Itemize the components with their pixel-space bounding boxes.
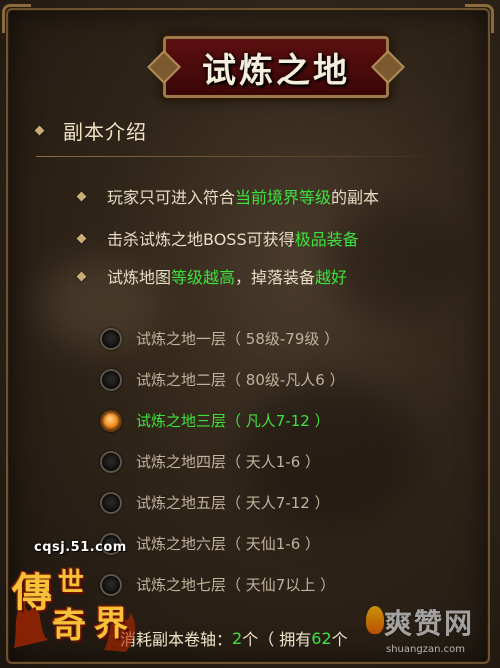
radio-button-icon[interactable] [100, 491, 122, 514]
section-header: 副本介绍 [34, 116, 147, 145]
radio-button-icon[interactable] [100, 450, 122, 473]
page-title: 试炼之地 [202, 50, 350, 91]
intro-text: 击杀试炼之地BOSS可获得 [107, 230, 295, 249]
floor-name: 试炼之地七层 [136, 576, 227, 594]
section-title: 副本介绍 [63, 120, 147, 144]
frame-corner-ornament [465, 4, 494, 33]
logo-url: cqsj.51.com [34, 540, 127, 555]
floor-option-1[interactable]: 试炼之地一层（ 58级-79级 ） [100, 318, 345, 359]
watermark-text: 爽赞网 [384, 607, 475, 640]
intro-highlight: 极品装备 [294, 230, 359, 249]
intro-line-1: 玩家只可进入符合 当前境界等级 的副本 [76, 184, 380, 208]
floor-name: 试炼之地二层 [136, 371, 227, 389]
logo-char: 傳 [12, 569, 52, 616]
floor-name: 试炼之地一层 [136, 330, 227, 348]
floor-name: 试炼之地三层 [136, 412, 227, 430]
intro-highlight: 越好 [315, 268, 348, 287]
title-plate: 试炼之地 [163, 36, 389, 98]
diamond-bullet-icon [76, 233, 87, 243]
floor-range: （ 天人1-6 ） [226, 453, 321, 471]
flame-icon [366, 606, 384, 634]
intro-text: 玩家只可进入符合 [107, 188, 236, 207]
owned-unit: 个 [331, 630, 348, 649]
radio-button-selected-icon[interactable] [100, 409, 122, 432]
floor-range: （ 天仙7以上 ） [226, 576, 336, 594]
intro-text: ，掉落装备 [235, 268, 316, 287]
floor-option-3[interactable]: 试炼之地三层（ 凡人7-12 ） [100, 400, 345, 441]
cost-unit: 个（ 拥有 [242, 630, 312, 649]
floor-name: 试炼之地四层 [136, 453, 227, 471]
intro-text: 试炼地图 [107, 268, 172, 287]
radio-button-icon[interactable] [100, 368, 122, 391]
diamond-bullet-icon [76, 191, 87, 201]
logo-char: 界 [94, 604, 128, 644]
frame-corner-ornament [2, 4, 31, 33]
site-watermark: 爽赞网 shuangzan.com [362, 602, 500, 668]
section-divider [36, 156, 446, 157]
floor-option-5[interactable]: 试炼之地五层（ 天人7-12 ） [100, 482, 345, 523]
floor-range: （ 天仙1-6 ） [226, 535, 321, 553]
intro-highlight: 当前境界等级 [235, 188, 332, 207]
intro-highlight: 等级越高 [171, 268, 236, 287]
floor-range: （ 天人7-12 ） [226, 494, 330, 512]
intro-text: 的副本 [331, 188, 380, 207]
floor-name: 试炼之地五层 [136, 494, 227, 512]
scroll-cost-line: 消耗副本卷轴： 2 个（ 拥有 62 个 [120, 626, 348, 650]
logo-char: 世 [58, 568, 85, 598]
logo-char: 奇 [52, 606, 86, 646]
intro-line-3: 试炼地图 等级越高 ，掉落装备 越好 [76, 264, 348, 288]
floor-name: 试炼之地六层 [136, 535, 227, 553]
cost-value: 2 [232, 628, 243, 648]
radio-button-icon[interactable] [100, 327, 122, 350]
floor-option-4[interactable]: 试炼之地四层（ 天人1-6 ） [100, 441, 345, 482]
owned-value: 62 [311, 628, 332, 648]
diamond-bullet-icon [34, 125, 45, 136]
floor-range: （ 凡人7-12 ） [226, 412, 330, 430]
game-logo: 傳 世 奇 界 [8, 556, 148, 656]
watermark-url: shuangzan.com [386, 644, 465, 655]
floor-range: （ 80级-凡人6 ） [226, 371, 345, 389]
intro-line-2: 击杀试炼之地BOSS可获得 极品装备 [76, 226, 359, 250]
floor-range: （ 58级-79级 ） [226, 330, 340, 348]
diamond-bullet-icon [76, 271, 87, 281]
floor-option-2[interactable]: 试炼之地二层（ 80级-凡人6 ） [100, 359, 345, 400]
